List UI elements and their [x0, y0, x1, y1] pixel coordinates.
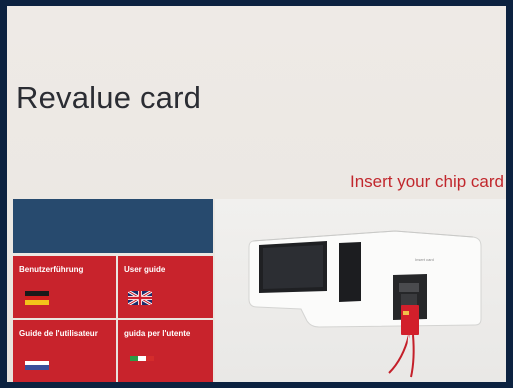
insert-card-prompt: Insert your chip card [349, 172, 504, 191]
page-title: Revalue card [16, 80, 202, 115]
uk-flag-icon [128, 291, 152, 305]
guide-button-label: User guide [124, 265, 166, 274]
guide-button-label: guida per l'utente [124, 329, 191, 338]
card-terminal-icon: Insert card [248, 230, 482, 378]
guide-button-italian[interactable]: guida per l'utente [118, 320, 213, 382]
guide-button-label: Guide de l'utilisateur [19, 329, 98, 338]
machine-label: Insert card [415, 257, 434, 262]
kiosk-screen: Revalue card Insert your chip card Benut… [7, 6, 506, 382]
italian-flag-icon [130, 356, 154, 370]
guide-button-german[interactable]: Benutzerführung [13, 256, 116, 318]
guide-button-french[interactable]: Guide de l'utilisateur [13, 320, 116, 382]
guide-button-label: Benutzerführung [19, 265, 84, 274]
french-flag-icon [25, 356, 49, 370]
guide-button-english[interactable]: User guide [118, 256, 213, 318]
blue-banner [13, 199, 213, 253]
card-terminal-illustration: Insert card [215, 199, 506, 382]
german-flag-icon [25, 291, 49, 305]
